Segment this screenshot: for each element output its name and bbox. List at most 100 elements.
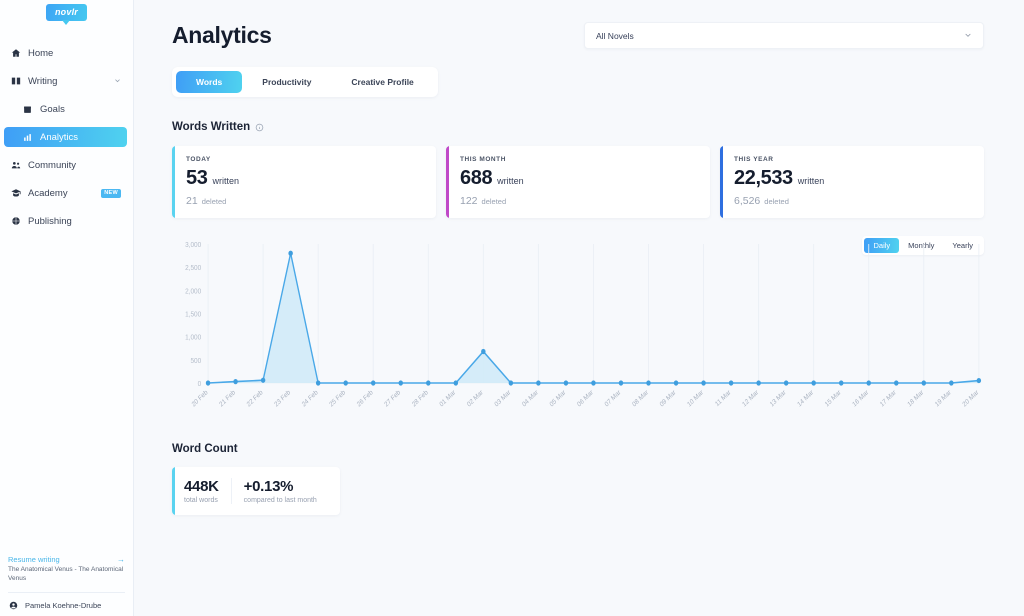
word-count-total-value: 448K bbox=[184, 478, 219, 495]
sidebar-item-label: Writing bbox=[28, 75, 58, 87]
stat-sub-label: deleted bbox=[481, 197, 507, 206]
sidebar-item-analytics[interactable]: Analytics bbox=[4, 127, 127, 147]
words-written-chart: 0 500 1,000 1,500 2,000 2,500 3,000 20 Feb 21 Fe… bbox=[172, 236, 984, 431]
globe-icon bbox=[10, 216, 21, 226]
sidebar-item-label: Home bbox=[28, 47, 54, 59]
tab-creative-profile[interactable]: Creative Profile bbox=[331, 71, 433, 93]
stat-card-today: TODAY 53 written 21 deleted bbox=[172, 146, 436, 218]
stat-sub: 21 deleted bbox=[186, 195, 422, 207]
logo-wrap: novlr bbox=[0, 0, 133, 21]
svg-text:14 Mar: 14 Mar bbox=[796, 388, 815, 408]
svg-text:23 Feb: 23 Feb bbox=[273, 389, 292, 409]
stat-main: 688 written bbox=[460, 167, 696, 190]
stat-label: THIS YEAR bbox=[734, 156, 774, 163]
sidebar-item-label: Academy bbox=[28, 187, 68, 199]
svg-text:1,000: 1,000 bbox=[185, 334, 201, 342]
resume-writing-subtitle: The Anatomical Venus - The Anatomical Ve… bbox=[8, 566, 124, 583]
sidebar-item-goals[interactable]: Goals bbox=[4, 99, 127, 119]
calendar-icon bbox=[22, 105, 33, 114]
user-name: Pamela Koehne-Drube bbox=[25, 601, 102, 610]
sidebar-item-home[interactable]: Home bbox=[4, 43, 127, 63]
word-count-change-label: compared to last month bbox=[243, 497, 317, 504]
svg-text:3,000: 3,000 bbox=[185, 242, 201, 250]
svg-text:25 Feb: 25 Feb bbox=[328, 389, 347, 409]
stat-cards: TODAY 53 written 21 deleted THIS MONTH 6… bbox=[172, 146, 984, 218]
svg-text:15 Mar: 15 Mar bbox=[824, 388, 843, 408]
stat-sub-value: 122 bbox=[460, 195, 478, 207]
user-row[interactable]: Pamela Koehne-Drube bbox=[8, 592, 125, 610]
analytics-tabs: Words Productivity Creative Profile bbox=[172, 67, 438, 97]
bar-chart-icon bbox=[22, 133, 33, 142]
svg-text:18 Mar: 18 Mar bbox=[907, 388, 926, 408]
svg-text:19 Mar: 19 Mar bbox=[934, 388, 953, 408]
sidebar-item-academy[interactable]: Academy NEW bbox=[4, 183, 127, 203]
stat-sub-label: deleted bbox=[764, 197, 789, 206]
word-count-change-value: +0.13% bbox=[243, 478, 294, 495]
page-header: Analytics All Novels bbox=[172, 22, 984, 49]
chevron-down-icon[interactable] bbox=[114, 76, 121, 87]
svg-text:01 Mar: 01 Mar bbox=[439, 388, 458, 408]
page-title: Analytics bbox=[172, 22, 272, 48]
home-icon bbox=[10, 48, 21, 58]
word-count-card: 448K total words +0.13% compared to last… bbox=[172, 467, 340, 515]
stat-unit: written bbox=[212, 176, 239, 186]
svg-text:26 Feb: 26 Feb bbox=[356, 389, 375, 409]
sidebar-item-publishing[interactable]: Publishing bbox=[4, 211, 127, 231]
graduation-cap-icon bbox=[10, 188, 21, 198]
sidebar-nav: Home Writing Goals Analytics Community A… bbox=[0, 43, 133, 231]
svg-text:20 Mar: 20 Mar bbox=[962, 388, 981, 408]
new-badge: NEW bbox=[101, 188, 121, 198]
chart-svg: 0 500 1,000 1,500 2,000 2,500 3,000 20 Feb 21 Fe… bbox=[185, 242, 982, 409]
words-written-header: Words Written bbox=[172, 121, 984, 133]
word-count-total-label: total words bbox=[184, 497, 218, 504]
chart-block: Daily Monthly Yearly 0 500 1,000 1,500 2,000… bbox=[172, 236, 984, 431]
novlr-logo[interactable]: novlr bbox=[45, 4, 87, 21]
main-content: Analytics All Novels Words Productivity … bbox=[134, 0, 1024, 616]
sidebar-item-label: Community bbox=[28, 159, 77, 171]
svg-text:02 Mar: 02 Mar bbox=[466, 388, 485, 408]
svg-text:03 Mar: 03 Mar bbox=[494, 388, 513, 408]
novel-select[interactable]: All Novels bbox=[584, 22, 984, 49]
resume-writing-row[interactable]: Resume writing → bbox=[8, 555, 125, 564]
sidebar-item-label: Goals bbox=[40, 103, 65, 115]
word-count-total-cell: 448K total words bbox=[172, 478, 231, 504]
svg-text:12 Mar: 12 Mar bbox=[741, 388, 760, 408]
sidebar-item-community[interactable]: Community bbox=[4, 155, 127, 175]
stat-sub-value: 21 bbox=[186, 195, 198, 207]
words-written-title: Words Written bbox=[172, 121, 251, 133]
resume-writing-link[interactable]: Resume writing bbox=[8, 555, 60, 564]
sidebar: novlr Home Writing Goals Analytics Commu… bbox=[0, 0, 134, 616]
svg-text:08 Mar: 08 Mar bbox=[631, 388, 650, 408]
analytics-page: novlr Home Writing Goals Analytics Commu… bbox=[0, 0, 1024, 616]
svg-text:13 Mar: 13 Mar bbox=[769, 388, 788, 408]
book-icon bbox=[10, 76, 21, 86]
svg-text:27 Feb: 27 Feb bbox=[383, 389, 402, 409]
stat-sub: 6,526 deleted bbox=[734, 195, 970, 207]
people-icon bbox=[10, 160, 21, 170]
stat-unit: written bbox=[797, 176, 825, 186]
stat-sub: 122 deleted bbox=[460, 195, 696, 207]
sidebar-item-writing[interactable]: Writing bbox=[4, 71, 127, 91]
sidebar-item-label: Analytics bbox=[40, 131, 79, 143]
svg-text:22 Feb: 22 Feb bbox=[246, 389, 265, 409]
stat-label: TODAY bbox=[186, 156, 211, 163]
chevron-down-icon bbox=[964, 31, 972, 41]
word-count-change-cell: +0.13% compared to last month bbox=[230, 478, 329, 504]
stat-main: 53 written bbox=[186, 167, 422, 190]
stat-sub-value: 6,526 bbox=[734, 195, 761, 207]
svg-text:17 Mar: 17 Mar bbox=[879, 388, 898, 408]
svg-text:24 Feb: 24 Feb bbox=[301, 389, 320, 409]
arrow-right-icon: → bbox=[117, 555, 125, 565]
info-icon[interactable] bbox=[255, 123, 264, 132]
novel-select-value: All Novels bbox=[596, 30, 634, 41]
svg-text:10 Mar: 10 Mar bbox=[686, 388, 705, 408]
tab-productivity[interactable]: Productivity bbox=[242, 71, 331, 93]
stat-card-this-year: THIS YEAR 22,533 written 6,526 deleted bbox=[720, 146, 984, 218]
stat-value: 53 bbox=[186, 167, 208, 189]
stat-value: 688 bbox=[460, 167, 493, 189]
tab-words[interactable]: Words bbox=[176, 71, 243, 93]
stat-main: 22,533 written bbox=[734, 167, 970, 190]
svg-text:21 Feb: 21 Feb bbox=[218, 389, 237, 409]
stat-value: 22,533 bbox=[734, 167, 793, 189]
svg-text:11 Mar: 11 Mar bbox=[714, 388, 733, 408]
